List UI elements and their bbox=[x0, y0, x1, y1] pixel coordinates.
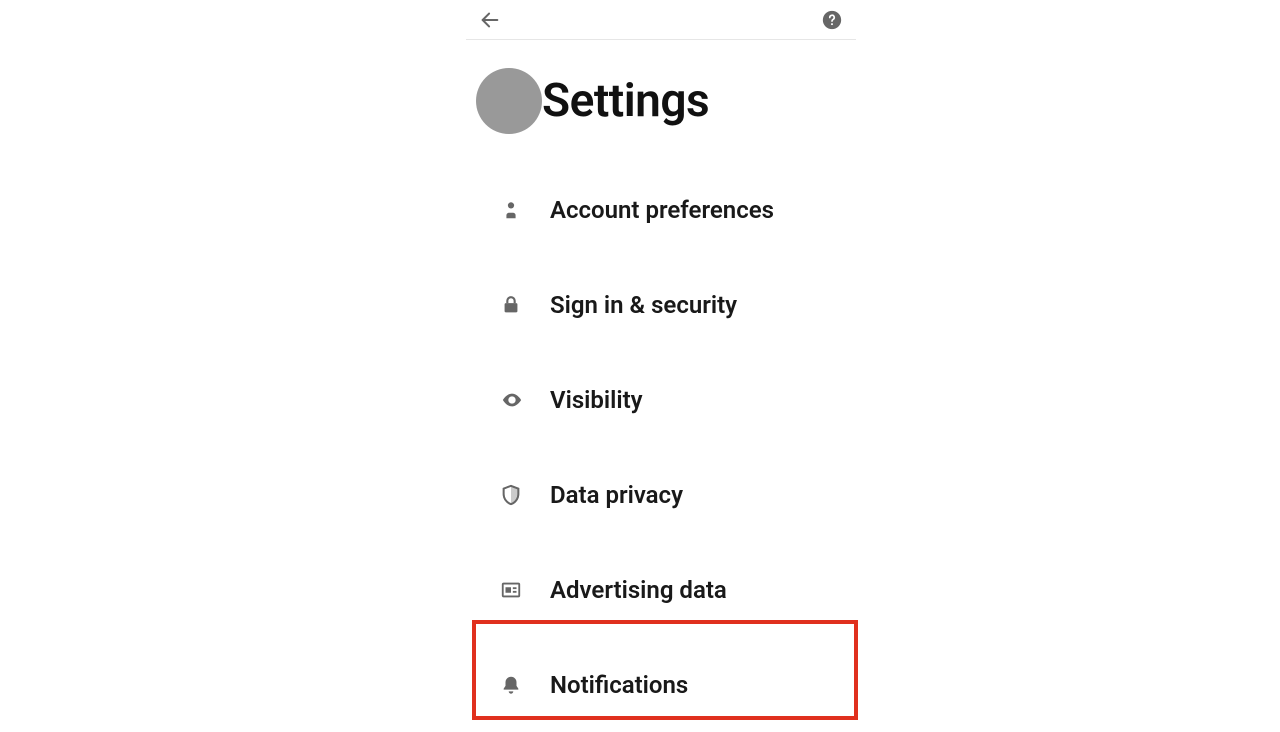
bell-icon bbox=[500, 674, 550, 696]
person-icon bbox=[500, 199, 550, 221]
newspaper-icon bbox=[500, 579, 550, 601]
back-button[interactable] bbox=[476, 6, 504, 34]
shield-icon bbox=[500, 483, 550, 507]
menu-item-label: Visibility bbox=[550, 386, 643, 414]
page-title: Settings bbox=[542, 74, 709, 128]
menu-item-label: Notifications bbox=[550, 671, 688, 699]
help-icon bbox=[822, 10, 842, 30]
lock-icon bbox=[500, 294, 550, 316]
menu-item-label: Advertising data bbox=[550, 576, 727, 604]
menu-item-label: Account preferences bbox=[550, 196, 774, 224]
eye-icon bbox=[500, 389, 550, 411]
arrow-left-icon bbox=[479, 9, 501, 31]
top-bar bbox=[466, 0, 856, 40]
settings-menu: Account preferences Sign in & security V… bbox=[466, 150, 856, 732]
menu-item-visibility[interactable]: Visibility bbox=[472, 352, 850, 447]
settings-panel: Settings Account preferences Sign in & s… bbox=[466, 0, 856, 732]
help-button[interactable] bbox=[818, 6, 846, 34]
menu-item-data-privacy[interactable]: Data privacy bbox=[472, 447, 850, 542]
menu-item-label: Sign in & security bbox=[550, 291, 737, 319]
menu-item-account-preferences[interactable]: Account preferences bbox=[472, 162, 850, 257]
menu-item-advertising-data[interactable]: Advertising data bbox=[472, 542, 850, 637]
avatar[interactable] bbox=[476, 68, 542, 134]
menu-item-notifications[interactable]: Notifications bbox=[472, 637, 850, 732]
menu-item-label: Data privacy bbox=[550, 481, 683, 509]
menu-item-sign-in-security[interactable]: Sign in & security bbox=[472, 257, 850, 352]
title-row: Settings bbox=[466, 40, 856, 150]
